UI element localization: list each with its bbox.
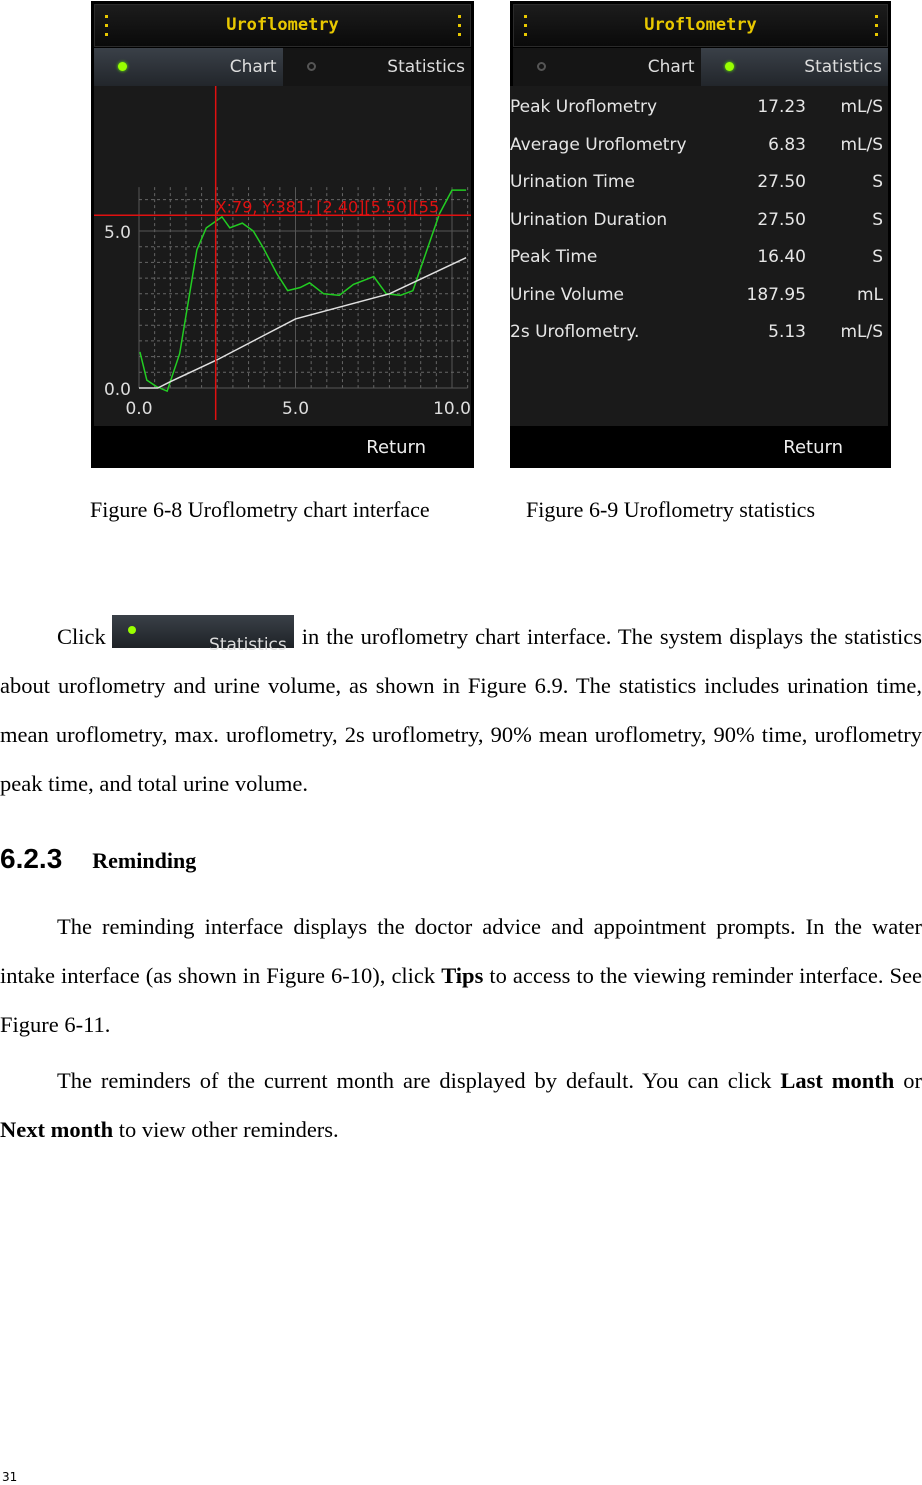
stat-value: 27.50	[757, 210, 806, 230]
x-tick-label: 5.0	[282, 399, 309, 419]
stat-name: Urine Volume	[510, 285, 625, 305]
stat-unit: S	[872, 172, 883, 192]
stat-name: Peak Time	[510, 247, 598, 267]
tab-label: Statistics	[804, 57, 882, 77]
paragraph: The reminders of the current month are d…	[0, 1056, 922, 1154]
stat-row: Peak Uroflometry 17.23 mL/S	[510, 97, 888, 133]
tab-label: Chart	[229, 57, 277, 77]
title-bar: Uroflometry	[94, 4, 471, 47]
stat-unit: mL/S	[840, 97, 883, 117]
stat-name: Peak Uroflometry	[510, 97, 658, 117]
text: The reminders of the current month are d…	[57, 1068, 781, 1093]
text: Click	[57, 624, 106, 649]
stat-name: Urination Time	[510, 172, 635, 192]
menu-dots-icon	[875, 15, 879, 42]
stat-row: Urination Time 27.50 S	[510, 172, 888, 208]
bold-text: Last month	[780, 1068, 895, 1093]
tab-statistics[interactable]: Statistics	[282, 48, 471, 86]
screen-title: Uroflometry	[226, 15, 339, 35]
bold-text: Tips	[441, 963, 484, 988]
radio-dot-icon	[537, 62, 546, 71]
stat-unit: mL/S	[840, 322, 883, 342]
statistics-button-image: Statistics	[111, 615, 294, 655]
radio-dot-icon	[306, 62, 316, 71]
radio-dot-icon	[127, 626, 136, 634]
stat-unit: S	[872, 210, 883, 230]
tab-label: Chart	[647, 57, 695, 77]
stat-value: 6.83	[768, 135, 806, 155]
stat-row: 2s Uroflometry. 5.13 mL/S	[510, 322, 888, 358]
paragraph: Click Statistics in the uroflometry chart …	[0, 612, 922, 808]
text: to view other reminders.	[113, 1117, 339, 1142]
uroflometry-statistics-screenshot: Uroflometry Chart Statistics Peak Uroflo…	[510, 1, 891, 468]
x-tick-label: 10.0	[433, 399, 471, 419]
stat-value: 5.13	[768, 322, 806, 342]
radio-dot-icon	[118, 62, 127, 71]
chart-area: 0.0 5.0 0.0 5.0 10.0 X:79, Y:381, [2.40][5.50…	[94, 86, 471, 426]
stat-name: 2s Uroflometry.	[510, 322, 640, 342]
section-number: 6.2.3	[0, 843, 63, 874]
stat-name: Urination Duration	[510, 210, 668, 230]
tab-statistics[interactable]: Statistics	[700, 48, 888, 86]
stat-value: 17.23	[757, 97, 806, 117]
stat-value: 187.95	[746, 285, 806, 305]
y-tick-label: 5.0	[104, 223, 131, 243]
stat-row: Peak Time 16.40 S	[510, 247, 888, 283]
uroflometry-chart: 0.0 5.0 0.0 5.0 10.0 X:79, Y:381, [2.40][5.50…	[94, 86, 471, 420]
tab-chart[interactable]: Chart	[513, 48, 701, 86]
figure-caption: Figure 6-8 Uroflometry chart interface	[90, 497, 430, 522]
bold-text: Next month	[0, 1117, 114, 1142]
x-tick-label: 0.0	[125, 399, 152, 419]
y-tick-label: 0.0	[104, 380, 131, 400]
statistics-list: Peak Uroflometry 17.23 mL/S Average Uroflo…	[510, 86, 888, 426]
text: in the uroflometry chart interface. The …	[0, 624, 922, 796]
stat-row: Average Uroflometry 6.83 mL/S	[510, 135, 888, 171]
return-button[interactable]: Return	[783, 437, 843, 458]
button-label: Statistics	[209, 635, 287, 655]
tab-chart[interactable]: Chart	[94, 48, 283, 86]
stat-value: 16.40	[757, 247, 806, 267]
text: or	[894, 1068, 922, 1093]
stat-unit: mL/S	[840, 135, 883, 155]
stat-value: 27.50	[757, 172, 806, 192]
stat-unit: mL	[856, 285, 883, 305]
page-number: 31	[2, 1470, 18, 1484]
figure-caption: Figure 6-9 Uroflometry statistics	[526, 497, 816, 522]
cursor-readout: X:79, Y:381, [2.40][5.50][55	[216, 197, 439, 216]
section-title: Reminding	[92, 848, 197, 873]
return-button[interactable]: Return	[366, 437, 426, 458]
section-heading: 6.2.3 Reminding	[0, 843, 196, 875]
stat-row: Urine Volume 187.95 mL	[510, 285, 888, 321]
radio-dot-icon	[724, 62, 734, 71]
flow-rate-line	[139, 189, 467, 393]
screen-title: Uroflometry	[644, 15, 757, 35]
uroflometry-chart-screenshot: Uroflometry Chart Statistics 0.0 5.0 0.0 5.…	[91, 1, 474, 468]
stat-name: Average Uroflometry	[510, 135, 687, 155]
paragraph: The reminding interface displays the doc…	[0, 902, 922, 1049]
tab-label: Statistics	[387, 57, 465, 77]
menu-dots-icon	[458, 15, 462, 42]
title-bar: Uroflometry	[513, 4, 888, 47]
stat-unit: S	[872, 247, 883, 267]
stat-row: Urination Duration 27.50 S	[510, 210, 888, 246]
